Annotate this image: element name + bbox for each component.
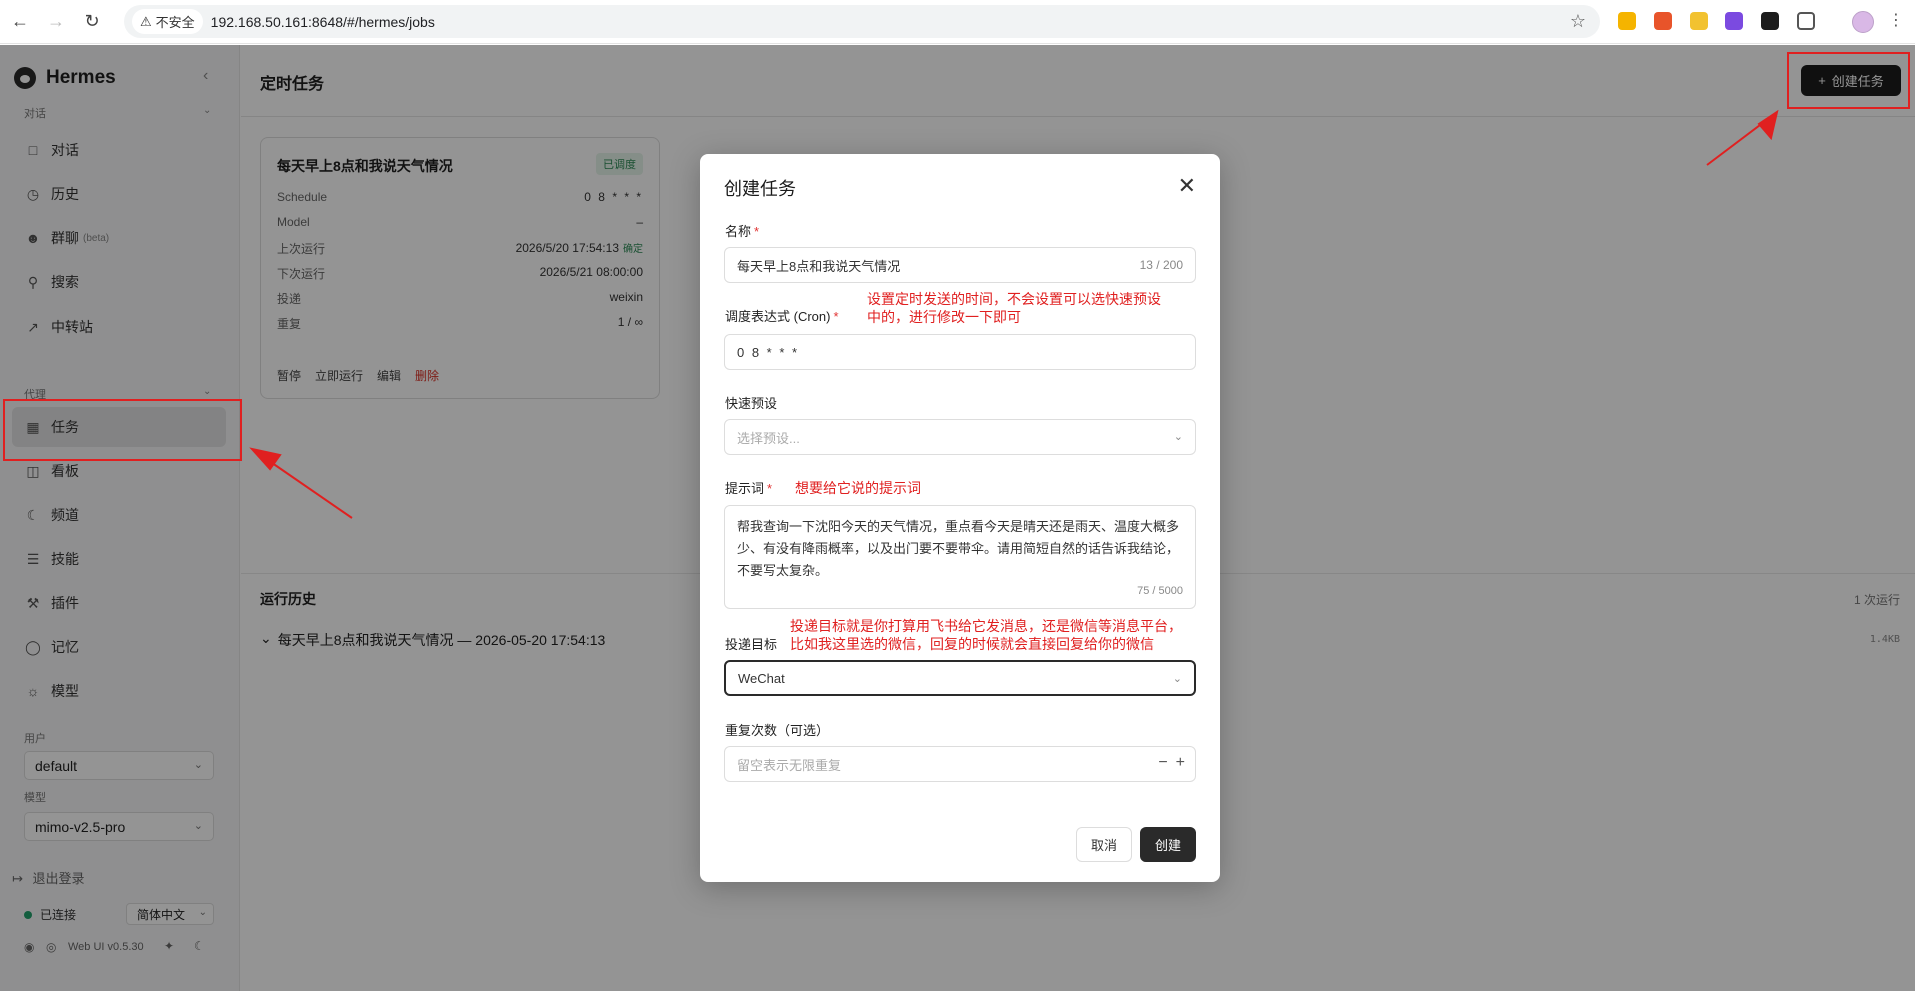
arrow-to-create	[1706, 109, 1779, 166]
annotation-arrows	[249, 109, 1779, 519]
arrow-to-tasks	[249, 447, 353, 519]
